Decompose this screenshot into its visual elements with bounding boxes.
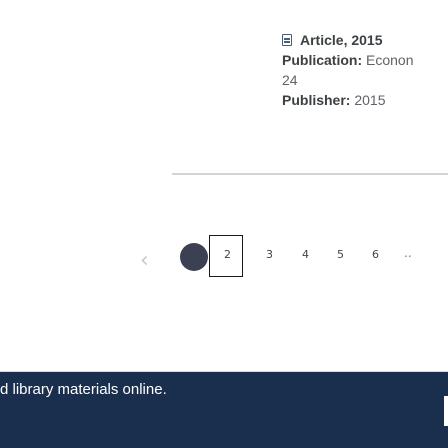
footer-banner: d library materials online.: [0, 372, 448, 448]
publication-label: Publication:: [282, 52, 363, 68]
page-link-3[interactable]: 3: [266, 248, 273, 261]
publication-number: 24: [282, 72, 298, 88]
results-divider: [172, 173, 448, 175]
banner-edge-bar: [444, 396, 448, 426]
publisher-label: Publisher:: [282, 92, 351, 108]
pagination: ‹ 2 3 4 5 6 ..: [140, 235, 448, 280]
record-type-row: Article, 2015: [282, 30, 448, 50]
publisher-value: 2015: [354, 92, 386, 108]
publication-row: Publication: Econon: [282, 50, 448, 70]
publication-value: Econon: [366, 52, 414, 68]
page-link-6[interactable]: 6: [372, 248, 379, 261]
page-link-5[interactable]: 5: [337, 248, 344, 261]
article-icon: [282, 34, 292, 46]
publication-number-row: 24: [282, 70, 448, 90]
current-page-indicator[interactable]: [180, 243, 208, 271]
search-result-record: Article, 2015 Publication: Econon 24 Pub…: [282, 30, 448, 110]
publisher-row: Publisher: 2015: [282, 90, 448, 110]
banner-text: d library materials online.: [0, 381, 167, 398]
pagination-ellipsis: ..: [404, 246, 412, 260]
previous-page-chevron-icon[interactable]: ‹: [140, 248, 149, 273]
page-link-4[interactable]: 4: [302, 248, 309, 261]
record-type-label: Article, 2015: [300, 32, 383, 48]
page-link-2[interactable]: 2: [224, 248, 231, 261]
